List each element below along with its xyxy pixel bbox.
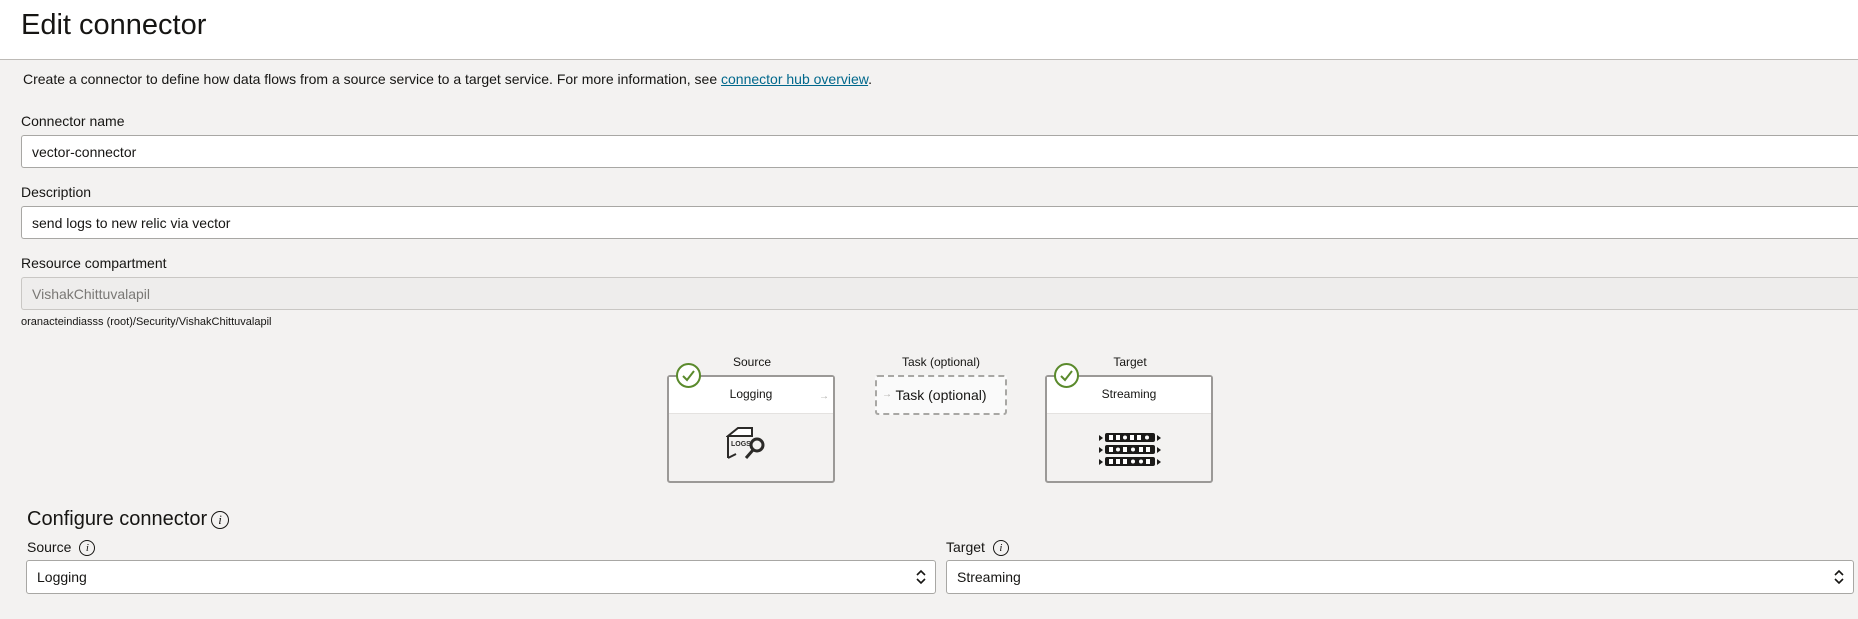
- source-select-chevron-icon: [916, 569, 926, 585]
- source-select-label: Source i: [27, 539, 96, 557]
- task-arrow-icon: →: [882, 389, 892, 400]
- connector-name-label: Connector name: [21, 113, 125, 129]
- source-select-value: Logging: [37, 569, 87, 585]
- logs-icon: LOGS: [726, 427, 765, 459]
- description-label: Description: [21, 184, 92, 200]
- target-select-value: Streaming: [957, 569, 1021, 585]
- configure-info-icon[interactable]: i: [211, 510, 230, 529]
- task-heading: Task (optional): [901, 355, 981, 369]
- intro-suffix: .: [868, 71, 872, 87]
- page-title: Edit connector: [21, 9, 207, 41]
- task-card[interactable]: → Task (optional): [875, 375, 1007, 415]
- target-label-text: Target: [946, 539, 985, 555]
- resource-compartment-input: [21, 277, 1858, 310]
- source-info-icon[interactable]: i: [79, 540, 96, 557]
- configure-connector-heading: Configure connector i: [27, 506, 230, 532]
- connector-name-input[interactable]: [21, 135, 1858, 168]
- configure-connector-title: Configure connector: [27, 508, 208, 530]
- target-info-icon[interactable]: i: [992, 540, 1009, 557]
- streaming-icon: [1099, 433, 1161, 466]
- page-header: Edit connector: [0, 0, 1858, 60]
- compartment-path: oranacteindiasss (root)/Security/VishakC…: [21, 316, 272, 328]
- target-select-chevron-icon: [1834, 569, 1844, 585]
- target-select[interactable]: Streaming: [946, 560, 1854, 594]
- description-input[interactable]: [21, 206, 1858, 239]
- logs-icon-text: LOGS: [731, 441, 751, 448]
- intro-text: Create a connector to define how data fl…: [23, 70, 872, 88]
- resource-compartment-label: Resource compartment: [21, 255, 167, 271]
- source-check-icon: [676, 363, 701, 388]
- target-card[interactable]: Streaming: [1045, 375, 1213, 483]
- target-check-icon: [1054, 363, 1079, 388]
- source-card[interactable]: Logging → LOGS: [667, 375, 835, 483]
- intro-description: Create a connector to define how data fl…: [23, 71, 721, 87]
- task-card-label: Task (optional): [895, 387, 987, 403]
- source-label-text: Source: [27, 539, 72, 555]
- target-select-label: Target i: [946, 539, 1009, 557]
- connector-hub-overview-link[interactable]: connector hub overview: [721, 71, 868, 87]
- source-connector-arrow-icon: →: [819, 391, 829, 402]
- source-select[interactable]: Logging: [26, 560, 936, 594]
